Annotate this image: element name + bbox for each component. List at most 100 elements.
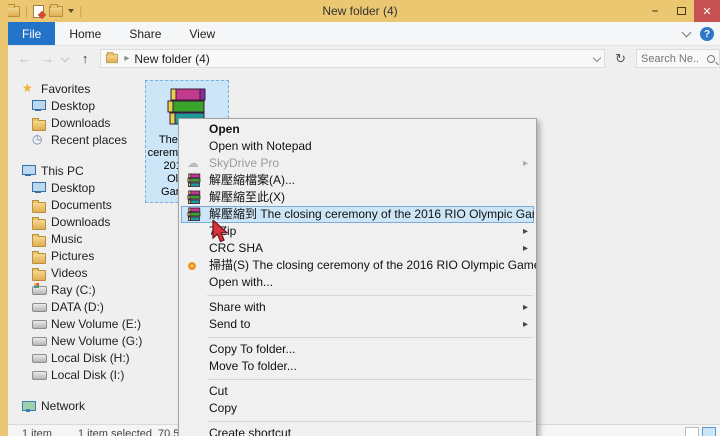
sidebar-item-data-d[interactable]: DATA (D:) (8, 298, 148, 315)
menu-item-crc-sha[interactable]: CRC SHA ▸ (179, 240, 536, 257)
menu-item-cut[interactable]: Cut (179, 383, 536, 400)
menu-item-open-with-notepad[interactable]: Open with Notepad (179, 138, 536, 155)
collapse-ribbon-icon[interactable] (681, 27, 692, 38)
winrar-icon (187, 207, 203, 222)
tab-share[interactable]: Share (115, 22, 175, 45)
sidebar-item-pictures[interactable]: Pictures (8, 247, 148, 264)
sidebar-item-recent-places[interactable]: Recent places (8, 131, 148, 148)
menu-item-move-to-folder[interactable]: Move To folder... (179, 358, 536, 375)
sidebar-item-downloads[interactable]: Downloads (8, 114, 148, 131)
breadcrumb-arrow-icon: ▸ (124, 53, 130, 64)
sidebar-item-local-disk-i[interactable]: Local Disk (I:) (8, 366, 148, 383)
menu-item-x[interactable]: 解壓縮至此(X) (179, 189, 536, 206)
menu-separator (179, 375, 536, 383)
sidebar-item-videos[interactable]: Videos (8, 264, 148, 281)
sidebar-item-desktop[interactable]: Desktop (8, 97, 148, 114)
window-border (0, 0, 8, 436)
sidebar-item-downloads[interactable]: Downloads (8, 213, 148, 230)
qat-separator: | (25, 4, 29, 18)
address-bar[interactable]: ▸ New folder (4) (100, 49, 606, 68)
network-icon (22, 399, 36, 412)
up-button[interactable]: ↑ (82, 51, 89, 66)
history-dropdown-icon[interactable] (60, 53, 70, 62)
menu-item-label: Open with Notepad (209, 139, 312, 153)
sidebar-item-label: New Volume (E:) (51, 316, 142, 331)
sidebar-item-music[interactable]: Music (8, 230, 148, 247)
properties-icon[interactable] (33, 4, 45, 18)
maximize-icon (676, 7, 686, 15)
sidebar-item-label: Recent places (51, 132, 128, 147)
menu-item-copy-to-folder[interactable]: Copy To folder... (179, 341, 536, 358)
refresh-icon[interactable]: ↻ (615, 51, 626, 67)
menu-item-label: 掃描(S) The closing ceremony of the 2016 R… (209, 258, 536, 272)
winrar-icon (187, 173, 203, 188)
navigation-bar: ← → ↑ ▸ New folder (4) ↻ (8, 47, 720, 70)
submenu-arrow-icon: ▸ (522, 243, 528, 254)
menu-item-create-shortcut[interactable]: Create shortcut (179, 425, 536, 436)
tab-home[interactable]: Home (55, 22, 115, 45)
menu-item-the-closing-ceremony-of-the-[interactable]: 解壓縮到 The closing ceremony of the 2016 RI… (181, 206, 534, 223)
menu-item-s-the-closing-ceremony-of-th[interactable]: 掃描(S) The closing ceremony of the 2016 R… (179, 257, 536, 274)
submenu-arrow-icon: ▸ (522, 226, 528, 237)
star-icon (22, 81, 36, 95)
menu-item-label: 解壓縮至此(X) (209, 190, 285, 204)
tab-file[interactable]: File (8, 22, 56, 45)
disk-icon (32, 368, 47, 381)
sidebar-item-network[interactable]: Network (8, 397, 148, 414)
minimize-button[interactable]: – (642, 0, 668, 22)
monitor-icon (22, 164, 36, 177)
address-dropdown-icon[interactable] (592, 53, 602, 62)
maximize-button[interactable] (668, 0, 694, 22)
new-folder-icon[interactable] (49, 3, 64, 17)
close-button[interactable]: ✕ (694, 0, 720, 22)
menu-item-label: Open with... (209, 275, 274, 289)
forward-button[interactable]: → (41, 51, 54, 66)
folder-icon (32, 117, 46, 131)
help-icon[interactable]: ? (700, 27, 714, 41)
menu-item-label: 解壓縮到 The closing ceremony of the 2016 RI… (209, 207, 534, 221)
details-view-icon[interactable] (685, 427, 699, 436)
quick-access-toolbar: | | (6, 2, 82, 20)
thumbnails-view-icon[interactable] (702, 427, 716, 436)
window-icon (6, 3, 20, 17)
window-title: New folder (4) (322, 4, 398, 18)
sidebar-item-label: Favorites (41, 81, 91, 96)
menu-item-7-zip[interactable]: 7-Zip▸ (179, 223, 536, 240)
menu-item-open-with[interactable]: Open with... (179, 274, 536, 291)
menu-separator (179, 333, 536, 341)
menu-item-label: 解壓縮檔案(A)... (209, 173, 295, 187)
menu-item-share-with[interactable]: Share with ▸ (179, 299, 536, 316)
menu-item-label: Share with (209, 300, 266, 314)
sidebar-item-documents[interactable]: Documents (8, 196, 148, 213)
monitor-icon (32, 181, 46, 194)
sidebar-item-local-disk-h[interactable]: Local Disk (H:) (8, 349, 148, 366)
sidebar-item-label: Local Disk (H:) (51, 350, 130, 365)
cloud-icon: ☁ (187, 156, 199, 170)
disk-icon (32, 334, 47, 347)
sidebar-item-label: Videos (51, 265, 88, 280)
search-input[interactable] (641, 52, 707, 65)
tab-view[interactable]: View (175, 22, 229, 45)
sidebar-item-this-pc[interactable]: This PC (8, 162, 148, 179)
navigation-pane: Favorites Desktop Downloads Recent places Th… (8, 70, 148, 424)
qat-dropdown-icon[interactable] (68, 9, 75, 13)
menu-item-a[interactable]: 解壓縮檔案(A)... (179, 172, 536, 189)
sidebar-item-favorites[interactable]: Favorites (8, 80, 148, 97)
sidebar-item-new-volume-g[interactable]: New Volume (G:) (8, 332, 148, 349)
window-controls: – ✕ (642, 0, 720, 22)
sidebar-item-label: This PC (41, 163, 84, 178)
search-icon (707, 54, 715, 63)
sidebar-item-label: Desktop (51, 180, 96, 195)
submenu-arrow-icon: ▸ (522, 158, 528, 169)
scan-icon (187, 258, 203, 273)
sidebar-item-desktop[interactable]: Desktop (8, 179, 148, 196)
breadcrumb[interactable]: New folder (4) (134, 52, 209, 66)
menu-item-copy[interactable]: Copy (179, 400, 536, 417)
sidebar-item-ray-c[interactable]: Ray (C:) (8, 281, 148, 298)
qat-separator: | (79, 4, 83, 18)
back-button[interactable]: ← (18, 51, 31, 66)
menu-item-send-to[interactable]: Send to ▸ (179, 316, 536, 333)
search-box[interactable] (636, 49, 720, 68)
menu-item-open[interactable]: Open (179, 121, 536, 138)
sidebar-item-new-volume-e[interactable]: New Volume (E:) (8, 315, 148, 332)
